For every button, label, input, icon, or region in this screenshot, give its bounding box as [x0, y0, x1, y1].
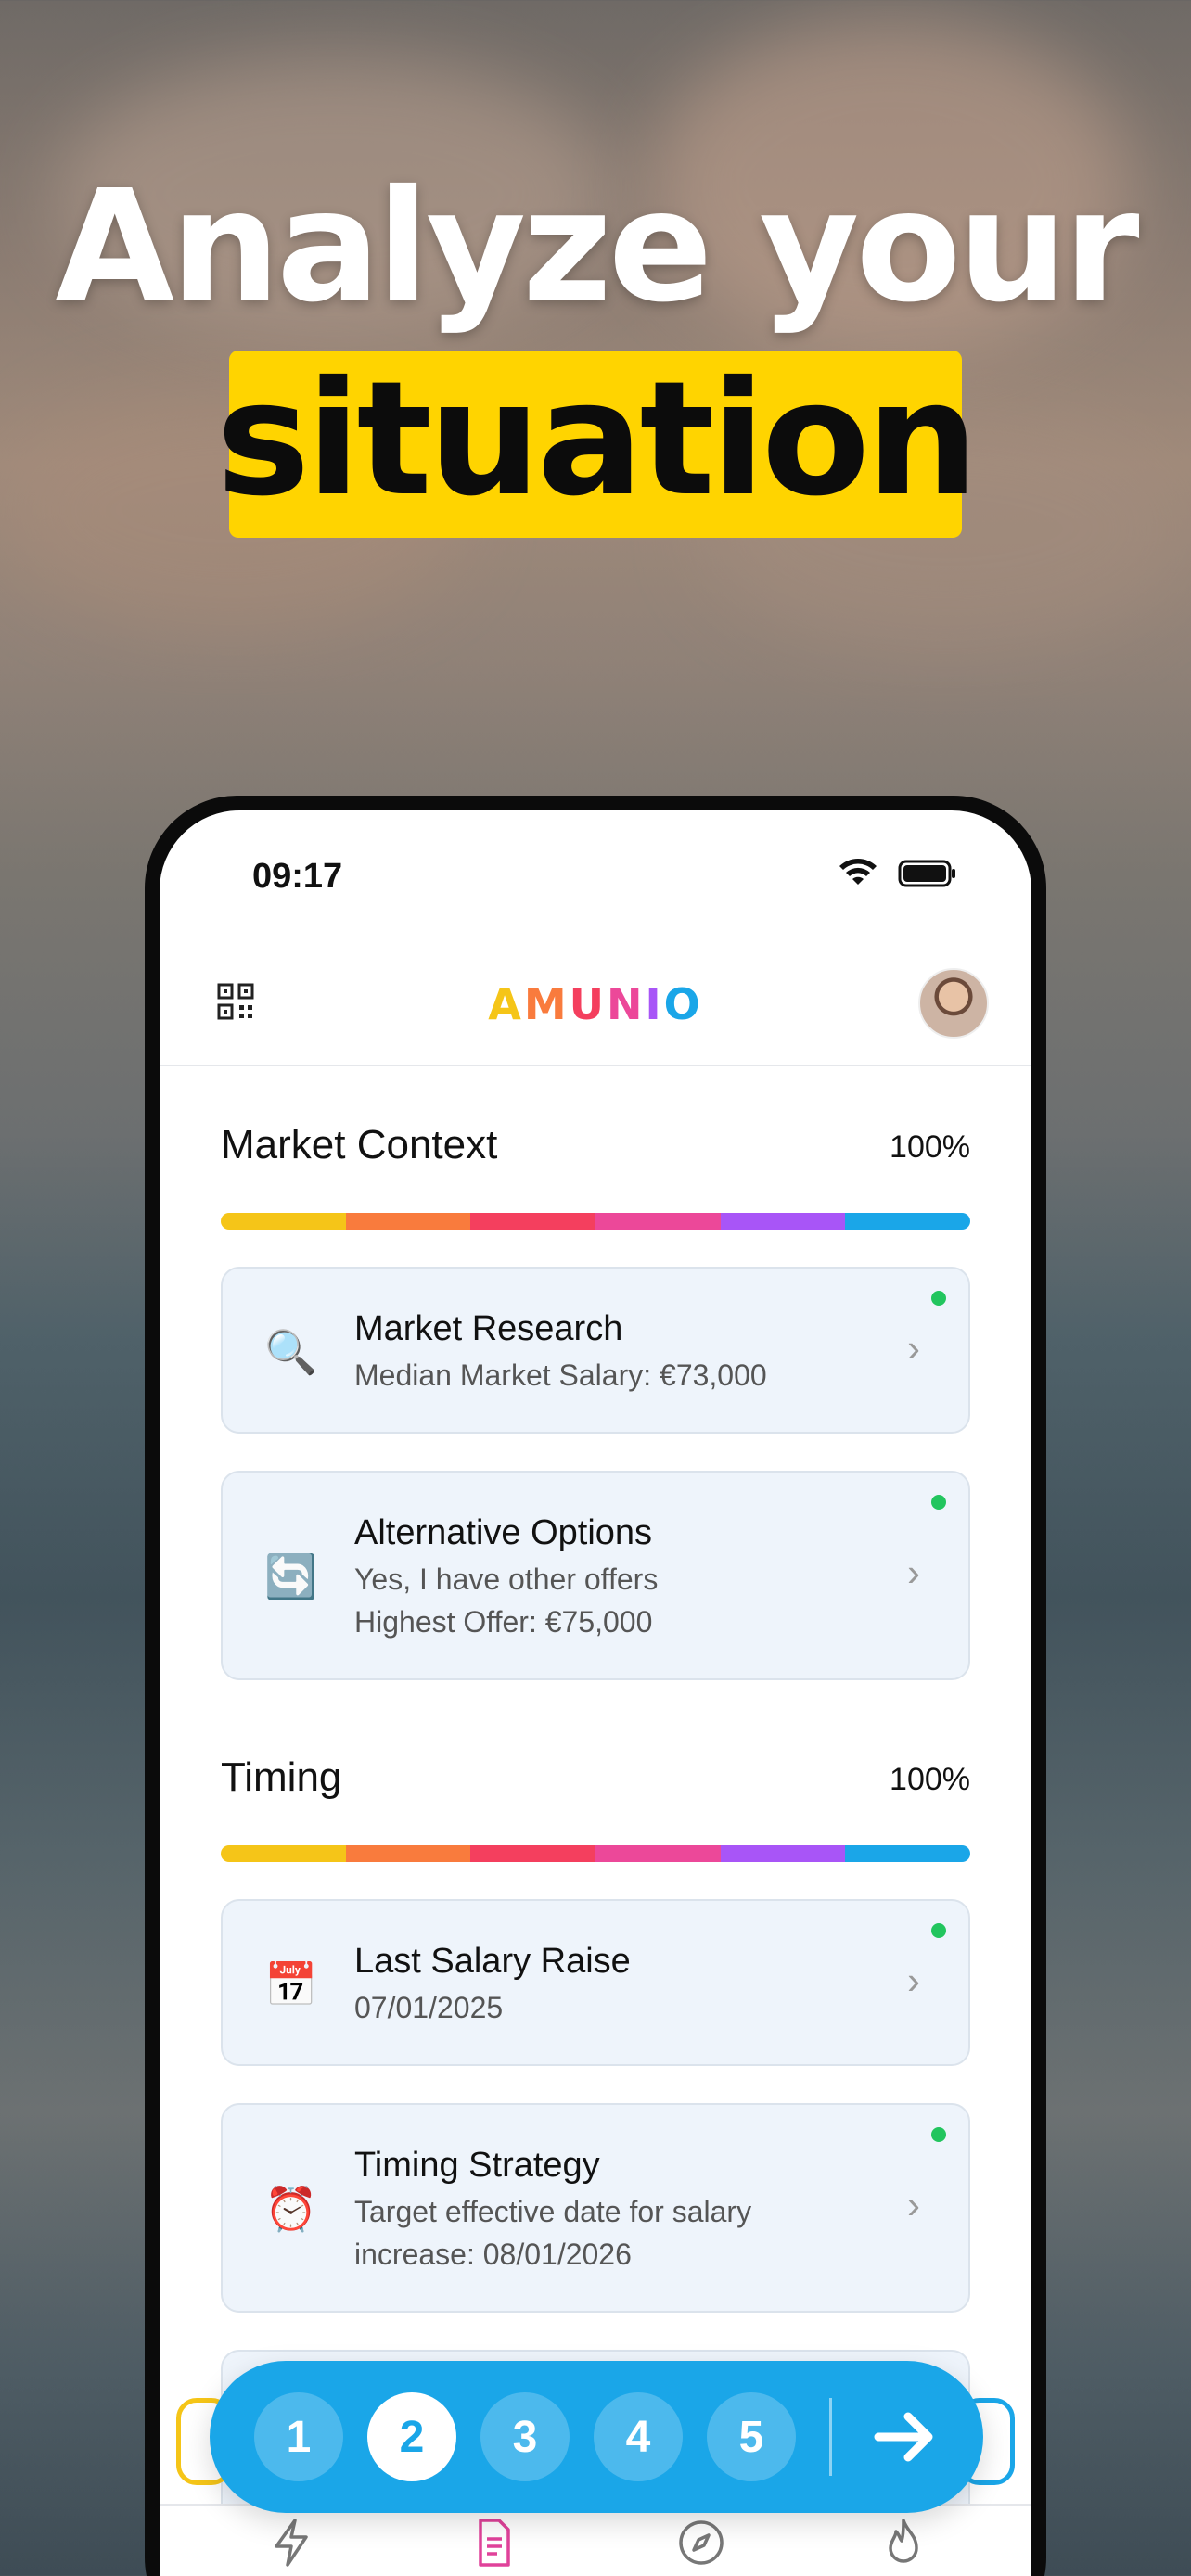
step-4-button[interactable]: 4 [594, 2392, 683, 2481]
magnifier-icon: 🔍 [264, 1327, 318, 1376]
headline-highlight: situation [216, 351, 979, 538]
card-subtitle: Median Market Salary: €73,000 [354, 1358, 767, 1392]
app-logo: AMUNIO [160, 979, 1031, 1029]
chevron-right-icon: › [907, 1958, 920, 2002]
bolt-icon[interactable] [263, 2515, 319, 2570]
app-header: AMUNIO [160, 940, 1031, 1066]
wifi-icon [839, 859, 877, 885]
section-percent-timing: 100% [890, 1762, 970, 1797]
document-icon[interactable] [466, 2515, 521, 2570]
refresh-icon: 🔄 [264, 1551, 318, 1600]
step-1-button[interactable]: 1 [254, 2392, 343, 2481]
chevron-right-icon: › [907, 1550, 920, 1594]
card-title: Alternative Options [354, 1513, 653, 1552]
progress-bar-market-context [221, 1213, 970, 1230]
status-dot [931, 2127, 946, 2142]
card-timing-strategy[interactable]: ⏰ Timing Strategy Target effective date … [221, 2103, 970, 2313]
headline-line2: situation [216, 348, 979, 531]
step-2-button[interactable]: 2 [367, 2392, 456, 2481]
step-5-button[interactable]: 5 [707, 2392, 796, 2481]
stepper-divider [829, 2398, 832, 2476]
phone-screen: 09:17 AMUNIO Market Context 100% 🔍 Marke… [160, 810, 1031, 2576]
chevron-right-icon: › [907, 2183, 920, 2226]
status-dot [931, 1495, 946, 1510]
avatar[interactable] [918, 968, 989, 1039]
card-title: Timing Strategy [354, 2146, 600, 2185]
card-alternative-options[interactable]: 🔄 Alternative Options Yes, I have other … [221, 1471, 970, 1680]
compass-icon[interactable] [673, 2515, 729, 2570]
card-market-research[interactable]: 🔍 Market Research Median Market Salary: … [221, 1267, 970, 1434]
alarm-clock-icon: ⏰ [264, 2184, 318, 2233]
app-logo-text: AMUNIO [488, 979, 703, 1029]
card-subtitle: increase: 08/01/2026 [354, 2238, 632, 2271]
headline-line1: Analyze your [55, 158, 1139, 337]
arrow-right-icon[interactable] [873, 2409, 938, 2465]
section-percent-market-context: 100% [890, 1129, 970, 1165]
battery-icon [898, 860, 955, 887]
card-title: Last Salary Raise [354, 1942, 631, 1981]
status-icons [839, 859, 957, 888]
step-navigator: 1 2 3 4 5 [210, 2361, 983, 2513]
status-dot [931, 1923, 946, 1938]
card-last-salary-raise[interactable]: 📅 Last Salary Raise 07/01/2025 › [221, 1899, 970, 2066]
flame-icon[interactable] [876, 2515, 931, 2570]
section-title-market-context: Market Context [221, 1122, 498, 1167]
step-3-button[interactable]: 3 [480, 2392, 570, 2481]
status-dot [931, 1291, 946, 1306]
tab-bar [160, 2504, 1031, 2576]
status-time: 09:17 [252, 857, 343, 896]
calendar-icon: 📅 [264, 1959, 318, 2009]
section-title-timing: Timing [221, 1754, 342, 1800]
card-subtitle: 07/01/2025 [354, 1991, 504, 2024]
chevron-right-icon: › [907, 1326, 920, 1370]
card-subtitle: Yes, I have other offers [354, 1562, 659, 1596]
card-title: Market Research [354, 1309, 623, 1348]
card-subtitle: Target effective date for salary [354, 2195, 752, 2228]
progress-bar-timing [221, 1845, 970, 1862]
card-subtitle: Highest Offer: €75,000 [354, 1605, 653, 1639]
